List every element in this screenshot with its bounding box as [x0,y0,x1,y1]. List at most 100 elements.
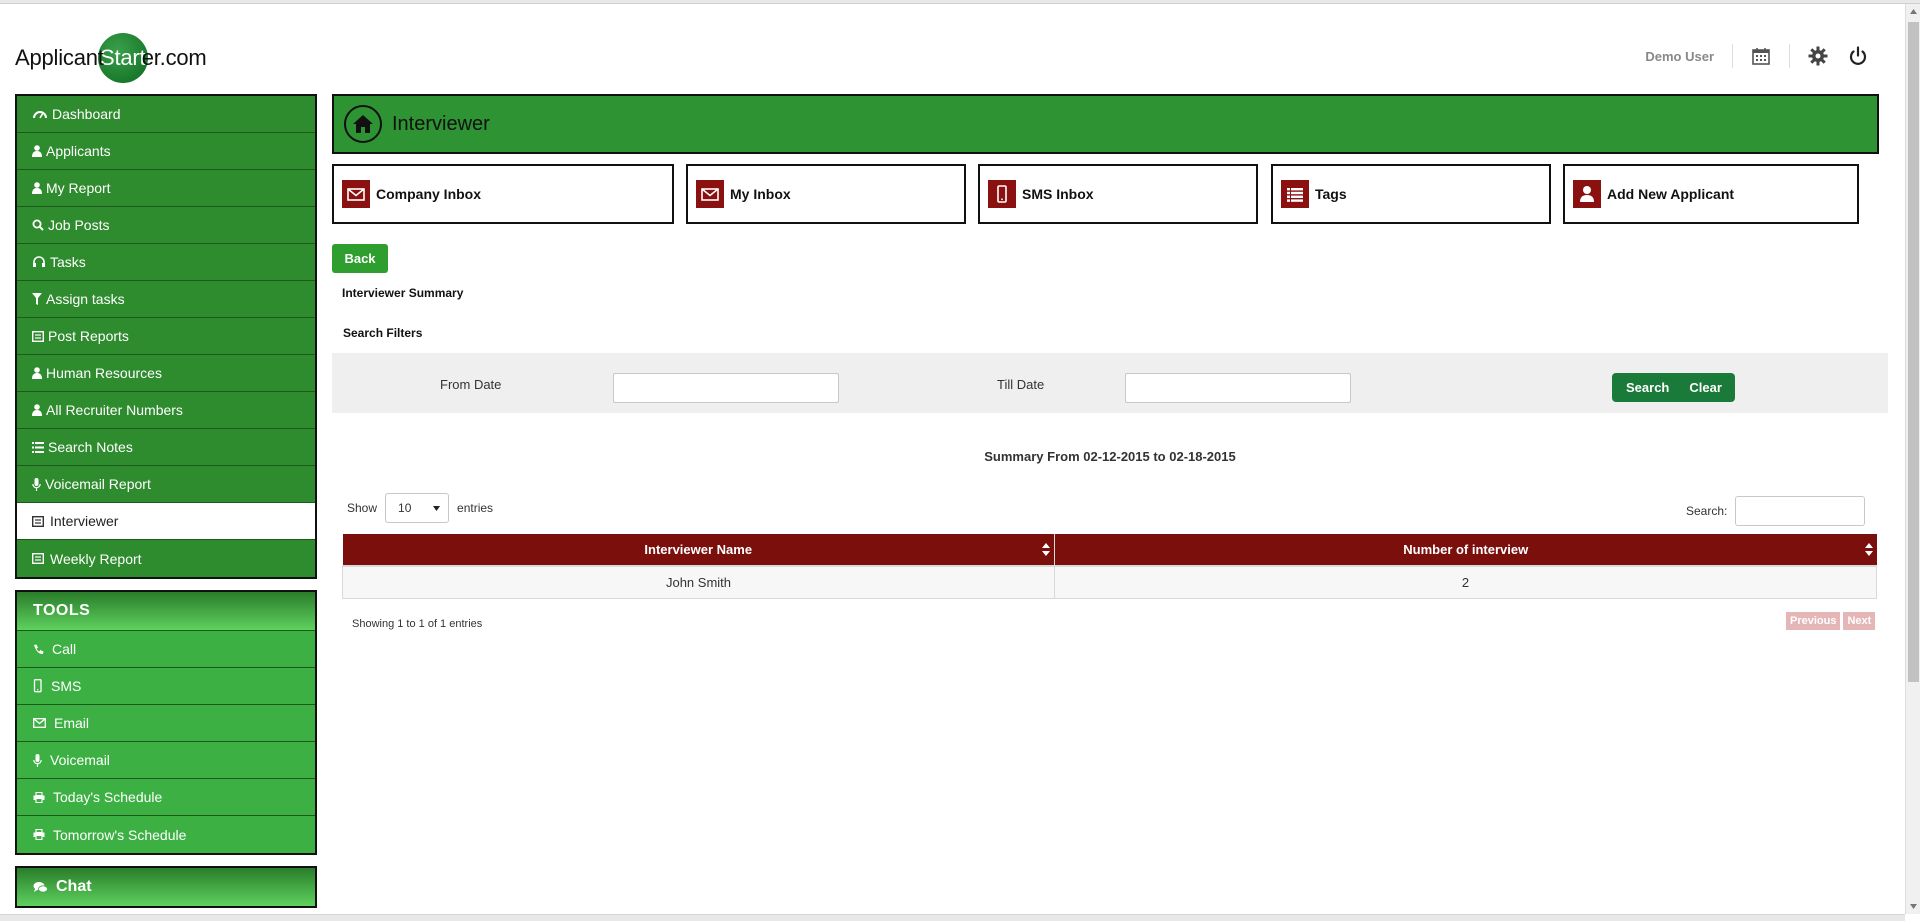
sidebar-item-label: Assign tasks [46,291,125,307]
list-icon [32,441,44,453]
pagination: Previous Next [1783,612,1876,630]
tool-todays-schedule[interactable]: Today's Schedule [17,779,315,816]
column-header-interviewer-name[interactable]: Interviewer Name [342,534,1055,567]
print-icon [33,791,45,803]
sidebar-item-label: Human Resources [46,365,162,381]
till-date-input[interactable] [1125,373,1351,403]
logo[interactable]: Applicant Start er.com [15,33,207,83]
browser-top-edge [0,0,1920,4]
sms-inbox-button[interactable]: SMS Inbox [978,164,1258,224]
envelope-icon [342,180,370,208]
sidebar-item-job-posts[interactable]: Job Posts [17,207,315,244]
column-header-number-of-interview[interactable]: Number of interview [1054,534,1877,567]
from-date-input[interactable] [613,373,839,403]
quick-link-label: Company Inbox [376,186,482,202]
sidebar-item-post-reports[interactable]: Post Reports [17,318,315,355]
scroll-up-icon[interactable] [1906,4,1920,19]
page-length-control: Show 10 entries [347,493,493,523]
tool-label: Today's Schedule [53,789,163,805]
tools-panel: TOOLS Call SMS Email Voicemail Today's S… [15,590,317,855]
tool-voicemail[interactable]: Voicemail [17,742,315,779]
sidebar-item-weekly-report[interactable]: Weekly Report [17,540,315,577]
divider [1789,44,1790,68]
sidebar-item-applicants[interactable]: Applicants [17,133,315,170]
sidebar-item-label: All Recruiter Numbers [46,402,183,418]
sidebar-item-label: Tasks [50,254,86,270]
tool-call[interactable]: Call [17,631,315,668]
power-icon[interactable] [1846,44,1870,68]
list-alt-icon [32,330,44,342]
interviewer-table: Interviewer Name Number of interview Joh… [342,534,1877,599]
sidebar-item-label: Voicemail Report [45,476,151,492]
sidebar-item-label: My Report [46,180,111,196]
sidebar-item-label: Weekly Report [50,550,142,567]
show-label: Show [347,501,378,515]
vertical-scrollbar[interactable] [1905,4,1920,914]
sidebar-item-human-resources[interactable]: Human Resources [17,355,315,392]
from-date-label: From Date [440,377,502,392]
page-header: Interviewer [332,94,1879,154]
tool-label: Voicemail [50,752,110,768]
next-button[interactable]: Next [1843,612,1876,630]
sidebar: Dashboard Applicants My Report Job Posts… [15,94,317,908]
tool-email[interactable]: Email [17,705,315,742]
mobile-icon [33,679,42,693]
till-date-label: Till Date [997,377,1045,392]
user-icon [32,367,42,379]
sidebar-item-all-recruiter-numbers[interactable]: All Recruiter Numbers [17,392,315,429]
table-row: John Smith 2 [342,565,1877,599]
scrollbar-thumb[interactable] [1908,22,1919,682]
sidebar-item-label: Search Notes [48,439,133,455]
sidebar-item-dashboard[interactable]: Dashboard [17,96,315,133]
horizontal-scrollbar[interactable] [0,914,1905,921]
user-name[interactable]: Demo User [1645,49,1714,64]
previous-button[interactable]: Previous [1786,612,1841,630]
sidebar-item-assign-tasks[interactable]: Assign tasks [17,281,315,318]
sidebar-nav: Dashboard Applicants My Report Job Posts… [15,94,317,579]
tags-button[interactable]: Tags [1271,164,1551,224]
cell-interviewer-name: John Smith [342,565,1055,599]
tools-title: TOOLS [17,592,315,631]
sort-icon [1864,543,1873,556]
microphone-icon [32,477,41,491]
quick-link-label: SMS Inbox [1022,186,1094,202]
gear-icon[interactable] [1806,44,1830,68]
headphones-icon [33,256,45,267]
sidebar-item-tasks[interactable]: Tasks [17,244,315,281]
divider [1732,44,1733,68]
add-new-applicant-button[interactable]: Add New Applicant [1563,164,1859,224]
clear-button[interactable]: Clear [1689,380,1722,395]
filter-button-group: Search Clear [1612,373,1735,402]
quick-link-label: My Inbox [730,186,791,202]
chevron-down-icon [433,505,441,511]
sidebar-item-voicemail-report[interactable]: Voicemail Report [17,466,315,503]
company-inbox-button[interactable]: Company Inbox [332,164,674,224]
scroll-down-icon[interactable] [1906,899,1920,914]
search-button[interactable]: Search [1626,380,1669,395]
tool-sms[interactable]: SMS [17,668,315,705]
sidebar-item-search-notes[interactable]: Search Notes [17,429,315,466]
section-title-summary: Interviewer Summary [342,286,464,300]
table-search-input[interactable] [1735,496,1866,526]
logo-text-post: er.com [141,45,207,70]
page-title: Interviewer [392,112,490,135]
mobile-icon [988,180,1016,208]
home-icon[interactable] [344,105,382,143]
sidebar-item-my-report[interactable]: My Report [17,170,315,207]
sidebar-item-interviewer[interactable]: Interviewer [17,503,315,540]
chat-panel[interactable]: Chat [15,866,317,908]
sort-icon [1042,543,1050,556]
table-search: Search: [1686,496,1866,526]
back-button[interactable]: Back [332,244,388,273]
phone-icon [34,644,44,654]
envelope-icon [33,718,46,728]
dashboard-icon [33,111,47,119]
entries-select[interactable]: 10 [385,493,450,523]
my-inbox-button[interactable]: My Inbox [686,164,966,224]
sidebar-item-label: Interviewer [50,513,119,529]
calendar-icon[interactable] [1749,44,1773,68]
table-info: Showing 1 to 1 of 1 entries [352,618,483,630]
tool-tomorrows-schedule[interactable]: Tomorrow's Schedule [17,816,315,853]
search-label: Search: [1686,504,1728,518]
logo-text-pre: Applicant [15,45,104,70]
